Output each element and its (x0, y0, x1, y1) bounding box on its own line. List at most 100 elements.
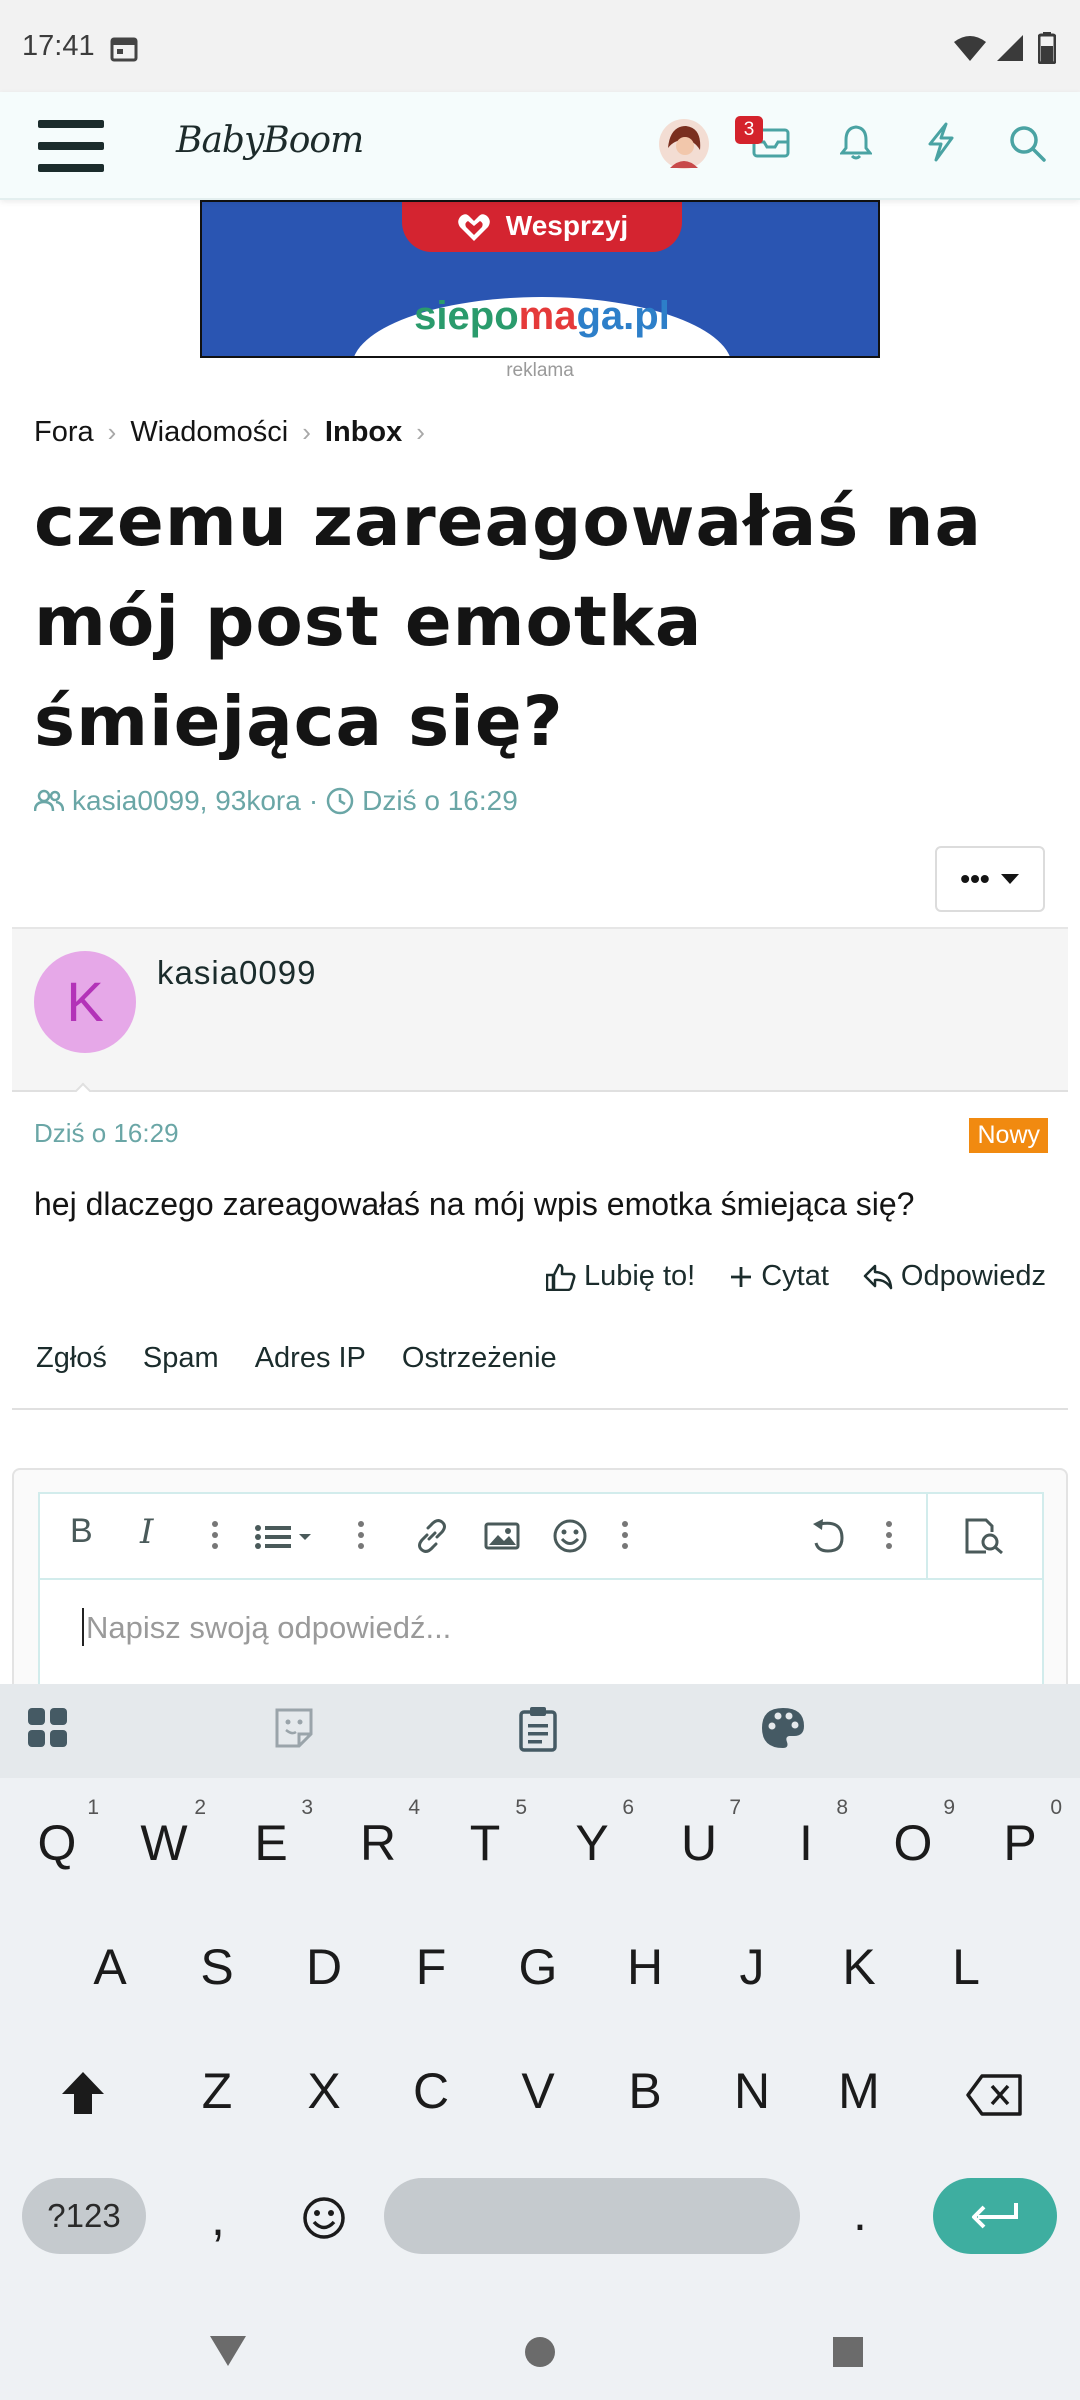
key-comma[interactable]: , (178, 2189, 258, 2247)
more-vertical-icon[interactable] (358, 1520, 364, 1550)
message-date[interactable]: Dziś o 16:29 (34, 1118, 179, 1149)
keyboard-toolbar (0, 1684, 1080, 1778)
editor-toolbar: B I (38, 1492, 1044, 1582)
ad-caption: reklama (506, 360, 574, 381)
site-logo[interactable]: BabyBoom (176, 120, 364, 161)
key-f[interactable]: F (391, 1938, 471, 1996)
key-a[interactable]: A (70, 1938, 150, 1996)
reply-placeholder: Napisz swoją odpowiedź... (86, 1610, 452, 1645)
soft-keyboard: Q1 W2 E3 R4 T5 Y6 U7 I8 O9 P0 A S D F G … (0, 1684, 1080, 2316)
key-m[interactable]: M (819, 2062, 899, 2120)
toolbar-divider (926, 1494, 928, 1582)
avatar[interactable]: K (34, 951, 136, 1053)
emoji-icon[interactable] (552, 1518, 588, 1554)
thread-time[interactable]: Dziś o 16:29 (362, 785, 518, 817)
ip-address-link[interactable]: Adres IP (255, 1342, 366, 1375)
quote-button[interactable]: Cytat (729, 1260, 829, 1293)
more-vertical-icon[interactable] (886, 1520, 892, 1550)
key-k[interactable]: K (819, 1938, 899, 1996)
key-p[interactable]: P0 (980, 1796, 1062, 1872)
preview-icon[interactable] (964, 1518, 1004, 1554)
key-v[interactable]: V (498, 2062, 578, 2120)
search-icon[interactable] (1008, 124, 1046, 162)
key-o[interactable]: O9 (873, 1796, 955, 1872)
key-i[interactable]: I8 (766, 1796, 848, 1872)
breadcrumb-item-inbox[interactable]: Inbox (325, 416, 402, 449)
reply-editor: B I Napisz swoją odpowiedź... (12, 1468, 1068, 1684)
key-q[interactable]: Q1 (17, 1796, 99, 1872)
text-caret (82, 1608, 84, 1646)
breadcrumb-item-fora[interactable]: Fora (34, 416, 94, 449)
message-text: hej dlaczego zareagowałaś na mój wpis em… (34, 1186, 915, 1222)
ad-brand-text: siepomaga.pl (414, 294, 670, 338)
spam-link[interactable]: Spam (143, 1342, 219, 1375)
breadcrumb-item-wiadomosci[interactable]: Wiadomości (130, 416, 288, 449)
thread-meta: kasia0099, 93kora · Dziś o 16:29 (34, 785, 518, 817)
key-b[interactable]: B (605, 2062, 685, 2120)
key-period[interactable]: . (820, 2184, 900, 2242)
key-g[interactable]: G (498, 1938, 578, 1996)
reply-input[interactable]: Napisz swoją odpowiedź... (38, 1578, 1044, 1684)
moderation-links: Zgłoś Spam Adres IP Ostrzeżenie (36, 1342, 557, 1375)
key-y[interactable]: Y6 (552, 1796, 634, 1872)
key-r[interactable]: R4 (338, 1796, 420, 1872)
user-avatar[interactable] (658, 118, 710, 170)
image-icon[interactable] (484, 1522, 520, 1550)
backspace-icon[interactable] (966, 2074, 1022, 2116)
more-vertical-icon[interactable] (622, 1520, 628, 1550)
advertisement-banner[interactable]: Wesprzyj siepomaga.pl (200, 200, 880, 358)
app-header: BabyBoom 3 (0, 92, 1080, 200)
hamburger-menu-icon[interactable] (38, 118, 104, 174)
more-vertical-icon[interactable] (212, 1520, 218, 1550)
home-circle-icon[interactable] (524, 2336, 556, 2368)
battery-icon (1038, 32, 1056, 64)
key-n[interactable]: N (712, 2062, 792, 2120)
back-triangle-icon[interactable] (208, 2334, 248, 2368)
page-title: czemu zareagowałaś na mój post emotka śm… (34, 482, 983, 762)
spacebar[interactable] (384, 2178, 800, 2254)
like-button[interactable]: Lubię to! (545, 1260, 695, 1293)
status-bar: 17:41 (0, 0, 1080, 92)
key-h[interactable]: H (605, 1938, 685, 1996)
bell-icon[interactable] (840, 124, 872, 160)
emoji-key-icon[interactable] (302, 2196, 346, 2240)
key-u[interactable]: U7 (659, 1796, 741, 1872)
key-w[interactable]: W2 (124, 1796, 206, 1872)
undo-icon[interactable] (810, 1518, 848, 1554)
warning-link[interactable]: Ostrzeżenie (402, 1342, 557, 1375)
symbols-key[interactable]: ?123 (22, 2178, 146, 2254)
participants-list[interactable]: kasia0099, 93kora (72, 785, 301, 817)
key-d[interactable]: D (284, 1938, 364, 1996)
lightning-icon[interactable] (926, 122, 956, 162)
key-s[interactable]: S (177, 1938, 257, 1996)
message-author[interactable]: kasia0099 (157, 954, 316, 992)
link-icon[interactable] (414, 1518, 450, 1554)
key-x[interactable]: X (284, 2062, 364, 2120)
ellipsis-icon: ••• (960, 863, 990, 894)
reply-arrow-icon (863, 1264, 893, 1290)
chevron-right-icon: › (416, 417, 425, 447)
report-link[interactable]: Zgłoś (36, 1342, 107, 1375)
new-badge: Nowy (969, 1118, 1048, 1153)
meta-separator: · (308, 785, 319, 816)
bold-icon[interactable]: B (70, 1512, 93, 1551)
apps-grid-icon[interactable] (27, 1706, 69, 1750)
palette-icon[interactable] (760, 1706, 806, 1750)
ad-support-button[interactable]: Wesprzyj (402, 202, 682, 252)
recents-square-icon[interactable] (832, 2336, 864, 2368)
key-z[interactable]: Z (177, 2062, 257, 2120)
sticker-icon[interactable] (273, 1706, 315, 1750)
clipboard-icon[interactable] (518, 1706, 558, 1752)
key-e[interactable]: E3 (231, 1796, 313, 1872)
enter-key[interactable] (933, 2178, 1057, 2254)
more-options-button[interactable]: ••• (935, 846, 1045, 912)
key-c[interactable]: C (391, 2062, 471, 2120)
caret-down-icon (1000, 872, 1020, 886)
key-t[interactable]: T5 (445, 1796, 527, 1872)
reply-button[interactable]: Odpowiedz (863, 1260, 1046, 1293)
list-icon[interactable] (255, 1524, 315, 1550)
italic-icon[interactable]: I (140, 1512, 153, 1552)
key-j[interactable]: J (712, 1938, 792, 1996)
shift-icon[interactable] (60, 2070, 106, 2116)
key-l[interactable]: L (926, 1938, 1006, 1996)
